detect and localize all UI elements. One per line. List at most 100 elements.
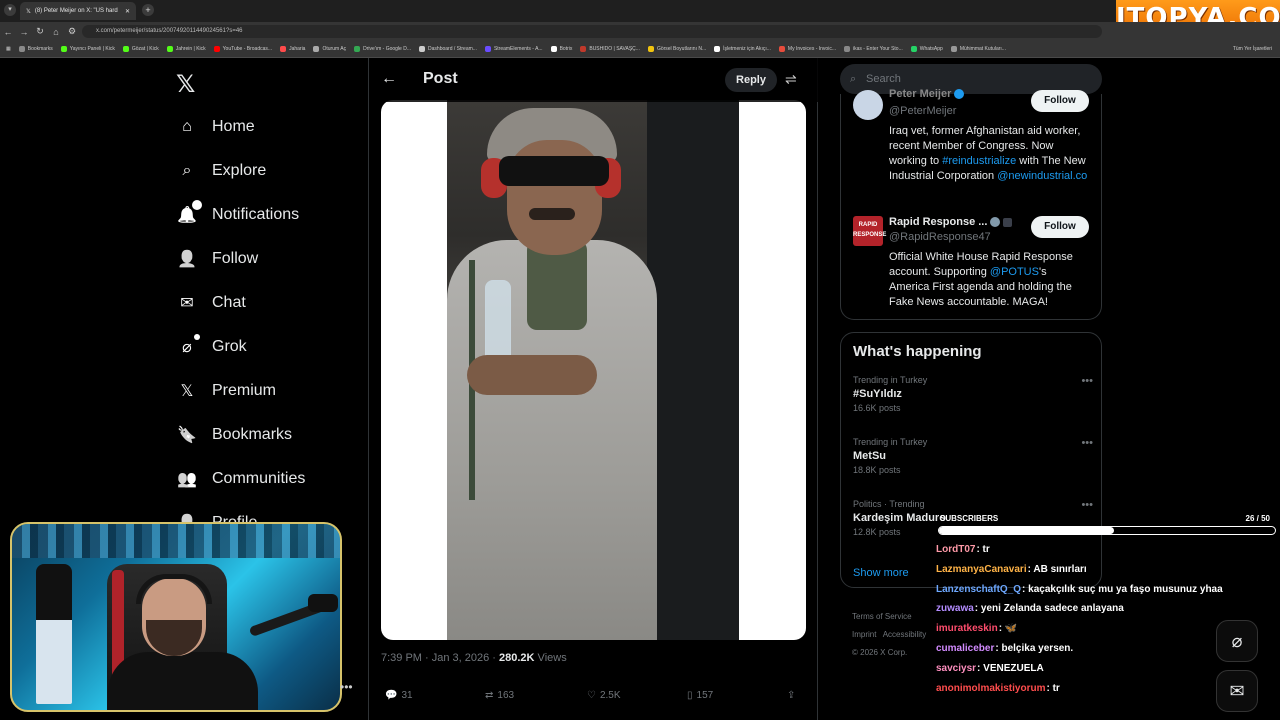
more-icon[interactable]: ••• <box>340 680 353 694</box>
address-bar-row: ← → ↻ ⌂ ⚙ x.com/petermeijer/status/20074… <box>0 22 1280 41</box>
follow-button[interactable]: Follow <box>1031 216 1089 238</box>
section-title: What's happening <box>853 343 982 360</box>
browser-tab[interactable]: 𝕏 (8) Peter Meijer on X: "US hard ✕ <box>20 2 136 20</box>
terms-link[interactable]: Terms of Service <box>852 612 912 621</box>
bookmark-item[interactable]: Oturum Aç <box>313 46 346 52</box>
bookmark-favicon-icon <box>213 46 220 52</box>
nav-item-communities[interactable]: 👥 Communities <box>176 468 305 490</box>
bookmark-item[interactable]: Botrix <box>550 46 573 52</box>
site-info-icon[interactable]: ⚙ <box>64 26 80 37</box>
bookmark-favicon-icon <box>844 46 850 52</box>
nav-item-home[interactable]: ⌂ Home <box>176 116 255 138</box>
back-icon[interactable]: ← <box>0 27 16 37</box>
chat-text: : tr <box>1046 682 1060 694</box>
bookmark-item[interactable]: Mühimmat Kutuları... <box>950 46 1006 52</box>
search-icon: ⌕ <box>850 73 857 85</box>
nav-item-premium[interactable]: 𝕏 Premium <box>176 380 276 402</box>
more-options-icon[interactable]: ••• <box>1081 375 1093 387</box>
bookmark-item[interactable]: BUSHIDO | SAVAŞÇ... <box>580 46 640 52</box>
bookmark-label: İşletmeniz için Akıçı... <box>723 46 771 52</box>
accessibility-link[interactable]: Accessibility <box>883 630 927 639</box>
trend-item[interactable]: Trending in Turkey #SuYıldız 16.6K posts ••… <box>853 375 1093 413</box>
tab-search-icon[interactable]: ▾ <box>4 4 16 16</box>
follow-button[interactable]: Follow <box>1031 90 1089 112</box>
nav-item-follow[interactable]: 👤 Follow <box>176 248 258 270</box>
mention-link[interactable]: @newindustrial.co <box>997 170 1087 182</box>
bookmark-label: Botrix <box>559 46 573 52</box>
nav-item-chat[interactable]: ✉ Chat <box>176 292 246 314</box>
relevant-people-card: Peter Meijer @PeterMeijer Follow Iraq ve… <box>840 88 1102 320</box>
chat-username: savciysr <box>936 662 977 674</box>
bookmark-action[interactable]: ▯ 157 <box>687 690 713 701</box>
bookmark-item[interactable]: Yayıncı Paneli | Kick <box>60 46 115 52</box>
apps-icon[interactable]: ▦ <box>6 46 11 52</box>
bookmark-item[interactable]: ikas - Enter Your Sto... <box>844 46 903 52</box>
nav-item-explore[interactable]: ⌕ Explore <box>176 160 267 182</box>
bookmark-label: Dashboard / Stream... <box>428 46 477 52</box>
bookmark-item[interactable]: My Invoices - Invoic... <box>778 46 836 52</box>
avatar[interactable]: RAPID RESPONSE <box>853 216 886 246</box>
subscriber-goal: SUBSCRIBERS 26 / 50 <box>940 514 1276 523</box>
nav-label: Communities <box>212 470 306 487</box>
bookmark-favicon-icon <box>950 46 957 52</box>
nav-item-notifications[interactable]: 🔔 8 Notifications <box>176 200 299 226</box>
bookmark-item[interactable]: Dashboard / Stream... <box>419 46 477 52</box>
forward-icon[interactable]: → <box>16 27 32 37</box>
unread-dot <box>194 334 200 340</box>
bookmark-item[interactable]: Jahrein | Kick <box>166 46 206 52</box>
share-action[interactable]: ⇪ <box>787 690 795 701</box>
avatar[interactable] <box>853 90 883 120</box>
nav-label: Follow <box>212 250 259 267</box>
all-bookmarks-link[interactable]: Tüm Yer İşaretleri <box>1233 46 1272 52</box>
nav-item-bookmarks[interactable]: 🔖 Bookmarks <box>176 424 292 446</box>
close-tab-icon[interactable]: ✕ <box>125 8 130 15</box>
url-input[interactable]: x.com/petermeijer/status/200749201144902… <box>82 25 1102 38</box>
mail-icon: ✉ <box>180 295 194 312</box>
bookmark-item[interactable]: Bookmarks <box>18 46 53 52</box>
home-icon: ⌂ <box>182 118 192 135</box>
mention-link[interactable]: @POTUS <box>990 266 1039 278</box>
new-tab-icon[interactable]: + <box>142 4 154 16</box>
like-action[interactable]: ♡ 2.5K <box>587 690 621 701</box>
reply-button[interactable]: Reply <box>725 68 777 92</box>
bookmark-favicon-icon <box>122 46 129 52</box>
post-media[interactable] <box>381 100 806 640</box>
bookmark-favicon-icon <box>354 46 361 52</box>
bookmark-label: Görsel Boyutlarını N... <box>656 46 707 52</box>
back-arrow-icon[interactable]: ← <box>381 70 397 88</box>
bookmark-favicon-icon <box>280 46 287 52</box>
chat-message: zuwawa: yeni Zelanda sadece anlayana <box>936 603 1124 614</box>
bookmark-label: Bookmarks <box>27 46 53 52</box>
show-more-link[interactable]: Show more <box>853 567 909 579</box>
reload-icon[interactable]: ↻ <box>32 26 48 37</box>
reply-action[interactable]: 💬 31 <box>385 690 413 701</box>
bookmark-item[interactable]: Gözat | Kick <box>122 46 159 52</box>
chat-message: anonimolmakistiyorum: tr <box>936 683 1060 694</box>
nav-label: Chat <box>212 294 246 311</box>
hashtag-link[interactable]: #reindustrialize <box>942 155 1016 167</box>
filter-icon[interactable]: ⇌ <box>785 71 797 88</box>
bookmark-item[interactable]: StreamElements - A... <box>484 46 543 52</box>
bookmark-item[interactable]: Görsel Boyutlarını N... <box>647 46 707 52</box>
nav-item-grok[interactable]: ⌀ Grok <box>176 334 247 358</box>
bookmark-item[interactable]: İşletmeniz için Akıçı... <box>714 46 771 52</box>
view-count: 280.2K <box>499 652 535 664</box>
more-options-icon[interactable]: ••• <box>1081 437 1093 449</box>
bookmark-item[interactable]: WhatsApp <box>910 46 943 52</box>
chat-text: : kaçakçılık suç mu ya faşo musunuz yhaa <box>1022 583 1223 595</box>
trend-count: 18.8K posts <box>853 465 901 475</box>
repost-action[interactable]: ⇄ 163 <box>485 690 514 701</box>
trend-count: 16.6K posts <box>853 403 901 413</box>
imprint-link[interactable]: Imprint <box>852 630 876 639</box>
x-logo-icon[interactable]: 𝕏 <box>176 70 195 98</box>
bookmark-item[interactable]: Drive'ım - Google D... <box>354 46 411 52</box>
chat-message: LordT07: tr <box>936 544 990 555</box>
trend-topic: MetSu <box>853 450 886 462</box>
bookmark-item[interactable]: Jaharia <box>280 46 305 52</box>
post-time[interactable]: 7:39 PM · Jan 3, 2026 · <box>381 652 499 664</box>
bookmark-item[interactable]: YouTube - Broadcas... <box>213 46 272 52</box>
home-browser-icon[interactable]: ⌂ <box>48 27 64 37</box>
chat-message: savciysr: VENEZUELA <box>936 663 1044 674</box>
trend-item[interactable]: Trending in Turkey MetSu 18.8K posts ••• <box>853 437 1093 475</box>
account-handle: @PeterMeijer <box>889 105 957 117</box>
